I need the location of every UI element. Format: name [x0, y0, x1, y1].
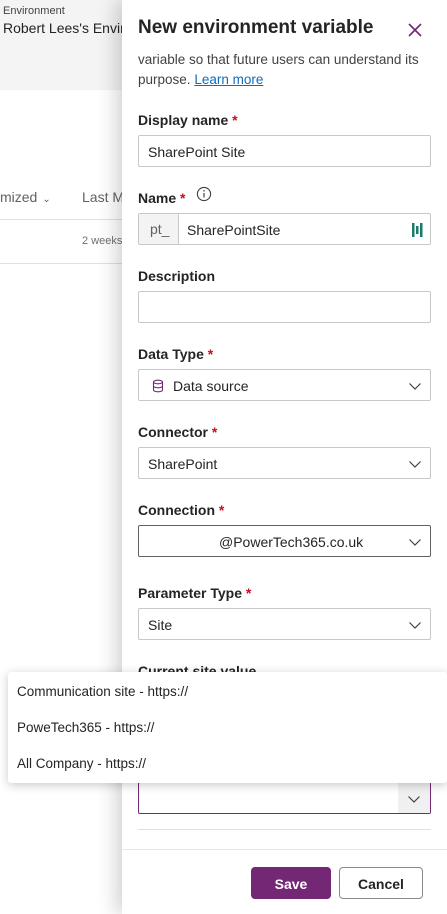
data-type-dropdown[interactable]: Data source: [138, 369, 431, 401]
required-marker: *: [218, 502, 225, 518]
name-label-text: Name: [138, 190, 177, 206]
current-site-combobox[interactable]: [138, 782, 431, 814]
parameter-type-label: Parameter Type *: [138, 585, 251, 601]
option-communication-site[interactable]: Communication site - https://: [17, 684, 188, 699]
column-header-label: mized: [0, 189, 38, 205]
connector-value: SharePoint: [148, 456, 218, 472]
save-button-label: Save: [274, 876, 308, 892]
close-icon: [408, 23, 422, 37]
data-type-label: Data Type *: [138, 346, 213, 362]
name-prefix-text: pt_: [150, 221, 170, 237]
parameter-type-value: Site: [148, 617, 173, 633]
connection-value: @PowerTech365.co.uk: [219, 534, 364, 550]
environment-header[interactable]: Environment Robert Lees's Enviro: [0, 0, 140, 90]
data-type-label-text: Data Type: [138, 346, 204, 362]
cancel-button-label: Cancel: [358, 876, 404, 892]
required-marker: *: [207, 346, 214, 362]
divider: [0, 219, 140, 220]
display-name-value: SharePoint Site: [148, 144, 246, 160]
chevron-down-icon: [409, 383, 421, 390]
chevron-down-icon: [409, 622, 421, 629]
data-type-value: Data source: [173, 378, 249, 394]
intro-text-body: variable so that future users can unders…: [138, 52, 419, 87]
name-prefix: pt_: [139, 214, 179, 244]
option-powetech365[interactable]: PoweTech365 - https://: [17, 720, 154, 735]
connector-label: Connector *: [138, 424, 217, 440]
password-manager-icon[interactable]: [411, 221, 425, 239]
description-label: Description: [138, 268, 215, 284]
save-button[interactable]: Save: [251, 867, 331, 899]
chevron-down-icon: ⌄: [42, 194, 51, 205]
description-input[interactable]: [138, 291, 431, 323]
parameter-type-dropdown[interactable]: Site: [138, 608, 431, 640]
environment-label: Environment: [3, 5, 65, 17]
required-marker: *: [232, 112, 238, 128]
environment-name: Robert Lees's Enviro: [3, 20, 133, 36]
chevron-down-icon: [409, 539, 421, 546]
divider: [0, 263, 140, 264]
required-marker: *: [180, 190, 186, 206]
display-name-input[interactable]: SharePoint Site: [138, 135, 431, 167]
display-name-label: Display name *: [138, 112, 238, 128]
combobox-toggle-button[interactable]: [398, 783, 430, 813]
display-name-label-text: Display name: [138, 112, 229, 128]
panel-title: New environment variable: [138, 17, 374, 38]
divider: [138, 829, 431, 830]
column-header-customized[interactable]: mized ⌄: [0, 189, 51, 205]
required-marker: *: [245, 585, 252, 601]
required-marker: *: [211, 424, 218, 440]
name-label: Name *: [138, 190, 185, 206]
chevron-down-icon: [408, 796, 420, 803]
description-label-text: Description: [138, 268, 216, 284]
parameter-type-label-text: Parameter Type: [138, 585, 243, 601]
connection-label: Connection *: [138, 502, 224, 518]
info-icon[interactable]: [196, 186, 212, 202]
connector-label-text: Connector: [138, 424, 208, 440]
column-header-last-modified[interactable]: Last M: [82, 189, 124, 205]
learn-more-link[interactable]: Learn more: [194, 72, 263, 87]
chevron-down-icon: [409, 461, 421, 468]
database-icon: [152, 379, 164, 393]
current-site-options-popup: Communication site - https:// PoweTech36…: [8, 672, 447, 783]
cancel-button[interactable]: Cancel: [339, 867, 423, 899]
table-cell-modified: 2 weeks: [82, 235, 123, 247]
connection-dropdown[interactable]: @PowerTech365.co.uk: [138, 525, 431, 557]
close-button[interactable]: [404, 19, 426, 41]
column-header-label: Last M: [82, 189, 125, 205]
connector-dropdown[interactable]: SharePoint: [138, 447, 431, 479]
intro-text: variable so that future users can unders…: [138, 50, 438, 90]
footer-divider: [122, 849, 447, 850]
name-value: SharePointSite: [187, 222, 281, 238]
connection-label-text: Connection: [138, 502, 215, 518]
name-input[interactable]: pt_ SharePointSite: [138, 213, 431, 245]
option-all-company[interactable]: All Company - https://: [17, 756, 146, 771]
